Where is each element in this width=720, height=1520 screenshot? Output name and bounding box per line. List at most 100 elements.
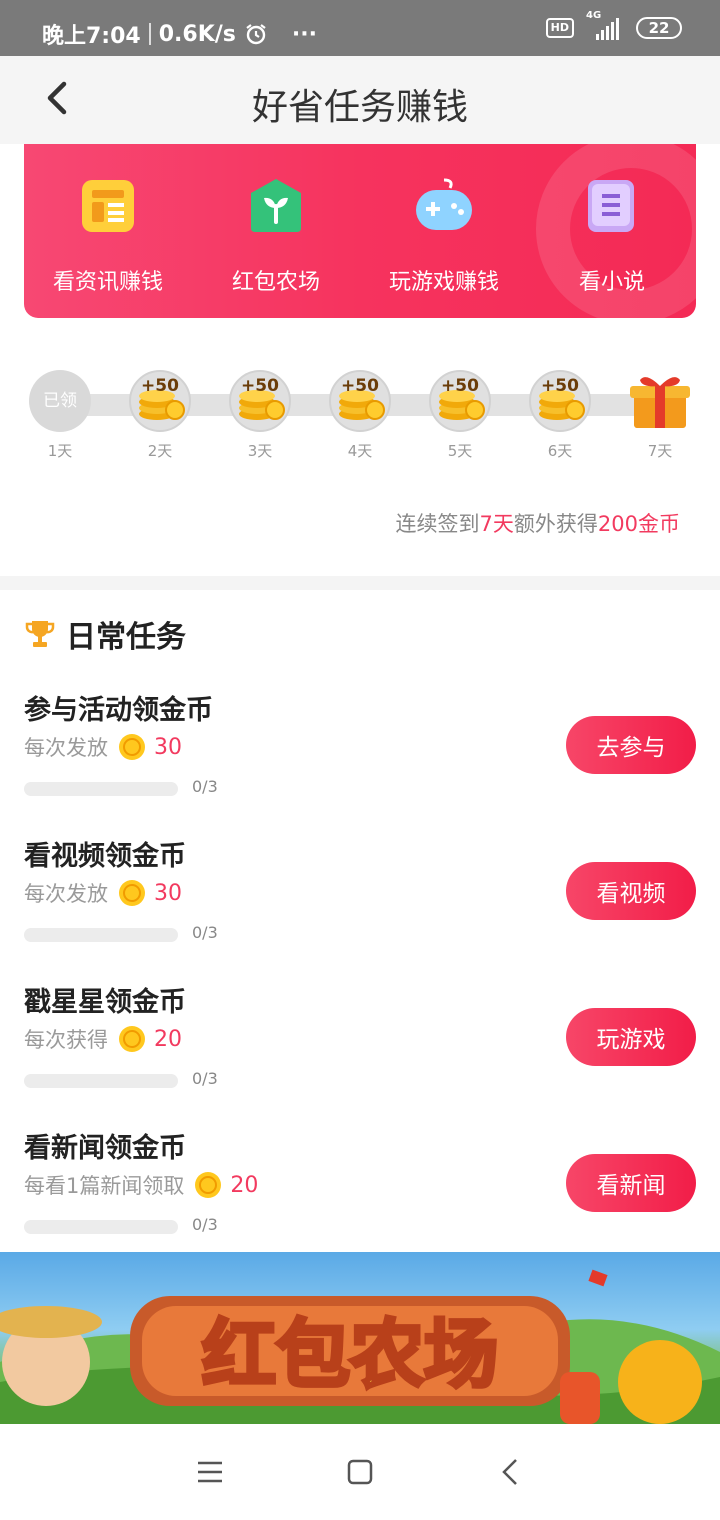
gamepad-icon	[416, 178, 472, 230]
checkin-day-6[interactable]: +50 6天	[528, 370, 592, 461]
checkin-day-3[interactable]: +50 3天	[228, 370, 292, 461]
back-icon[interactable]	[494, 1454, 530, 1490]
entry-label: 看小说	[578, 270, 645, 295]
farm-sprout-icon	[251, 179, 301, 232]
status-more-icon: ···	[291, 21, 317, 47]
note-text: 额外获得	[513, 512, 598, 536]
day-label: 1天	[47, 442, 73, 460]
entry-label: 玩游戏赚钱	[388, 270, 499, 295]
task-progress-bar	[24, 782, 178, 796]
note-text: 连续签到	[395, 512, 480, 536]
coin-stack-icon: +50	[429, 370, 491, 432]
promo-title: 红包农场	[202, 1312, 498, 1398]
day-bonus: +50	[141, 376, 179, 396]
menu-icon[interactable]	[192, 1454, 228, 1490]
alarm-clock-icon	[246, 24, 266, 45]
coin-stack-icon: +50	[229, 370, 291, 432]
gift-box-icon	[630, 377, 690, 428]
day-bonus: +50	[241, 376, 279, 396]
checkin-day-4[interactable]: +50 4天	[328, 370, 392, 461]
task-progress-bar	[24, 1220, 178, 1234]
status-net-speed: 0.6K/s	[158, 21, 236, 47]
task-item: 看视频领金币 每次发放 30 0/3 看视频	[24, 834, 696, 964]
coin-icon	[195, 1172, 222, 1198]
day-label: 6天	[547, 442, 573, 460]
hd-voice-badge: HD	[545, 18, 574, 38]
day-label: 3天	[247, 442, 273, 460]
entry-label: 看资讯赚钱	[52, 270, 163, 295]
task-progress-text: 0/3	[192, 1069, 218, 1088]
task-action-button[interactable]: 看视频	[566, 862, 696, 920]
checkin-day-5[interactable]: +50 5天	[428, 370, 492, 461]
task-action-button[interactable]: 看新闻	[566, 1154, 696, 1212]
book-icon	[588, 180, 634, 232]
task-name: 参与活动领金币	[24, 695, 213, 726]
task-reward: 每次发放 30	[24, 878, 182, 908]
checkin-reward-note: 连续签到7天额外获得200金币	[396, 508, 680, 538]
task-progress-text: 0/3	[192, 1215, 218, 1234]
task-reward: 每次获得 20	[24, 1024, 182, 1054]
task-reward: 每看1篇新闻领取 20	[24, 1170, 258, 1200]
status-time: 晚上7:04	[42, 24, 141, 49]
task-action-button[interactable]: 去参与	[566, 716, 696, 774]
section-divider	[0, 576, 720, 590]
daily-tasks-header: 日常任务	[24, 612, 192, 656]
task-name: 看新闻领金币	[24, 1133, 186, 1164]
task-item: 戳星星领金币 每次获得 20 0/3 玩游戏	[24, 980, 696, 1110]
coin-icon	[119, 734, 145, 760]
day-bonus: +50	[341, 376, 379, 396]
task-action-button[interactable]: 玩游戏	[566, 1008, 696, 1066]
task-name: 戳星星领金币	[24, 987, 186, 1018]
task-amount: 30	[154, 734, 182, 760]
checkin-day-1: 已领 1天	[28, 370, 92, 461]
entry-label: 红包农场	[231, 270, 320, 295]
coin-icon	[119, 1026, 145, 1052]
coin-stack-icon: +50	[129, 370, 191, 432]
note-reward: 200金币	[597, 512, 680, 536]
coin-stack-icon: +50	[329, 370, 391, 432]
task-item: 参与活动领金币 每次发放 30 0/3 去参与	[24, 688, 696, 818]
battery-icon: 22	[636, 17, 682, 39]
task-item: 看新闻领金币 每看1篇新闻领取 20 0/3 看新闻	[24, 1126, 696, 1256]
trophy-icon	[25, 621, 55, 647]
day-label: 4天	[347, 442, 373, 460]
day-label: 7天	[647, 442, 673, 460]
signal-icon: 4G	[586, 10, 624, 40]
entry-games[interactable]: 玩游戏赚钱	[364, 176, 524, 296]
task-progress-bar	[24, 1074, 178, 1088]
checkin-claimed: 已领	[29, 370, 91, 432]
note-days: 7天	[479, 512, 514, 536]
checkin-day-2[interactable]: +50 2天	[128, 370, 192, 461]
day-bonus: +50	[441, 376, 479, 396]
day-label: 2天	[147, 442, 173, 460]
task-reward: 每次发放 30	[24, 732, 182, 762]
app-header: 好省任务赚钱	[0, 56, 720, 144]
task-name: 看视频领金币	[24, 841, 186, 872]
day-bonus: +50	[541, 376, 579, 396]
status-separator	[148, 23, 151, 45]
farm-illustration: 红包农场	[0, 1269, 720, 1424]
status-bar: 晚上7:04 0.6K/s ··· HD 4G 22	[0, 0, 720, 56]
page-title: 好省任务赚钱	[251, 87, 468, 128]
entry-farm[interactable]: 红包农场	[196, 176, 356, 296]
system-nav-bar	[0, 1424, 720, 1520]
task-progress-bar	[24, 928, 178, 942]
coin-icon	[119, 880, 145, 906]
entry-novel[interactable]: 看小说	[532, 176, 692, 296]
task-desc: 每次发放	[24, 736, 108, 760]
daily-tasks-title: 日常任务	[60, 612, 192, 656]
checkin-day-7[interactable]: 7天	[628, 370, 692, 461]
farm-promo-banner[interactable]: 红包农场	[0, 1252, 720, 1424]
task-desc: 每次发放	[24, 882, 108, 906]
task-amount: 30	[154, 880, 182, 906]
day-label: 5天	[447, 442, 473, 460]
task-progress-text: 0/3	[192, 923, 218, 942]
home-icon[interactable]	[342, 1454, 378, 1490]
checkin-panel: 已领 1天 +50 2天 +50 3天 +50 4天 +50 5天 +50 6天…	[0, 318, 720, 576]
task-amount: 20	[230, 1172, 259, 1198]
task-desc: 每次获得	[24, 1028, 108, 1052]
entry-news[interactable]: 看资讯赚钱	[28, 176, 188, 296]
task-progress-text: 0/3	[192, 777, 218, 796]
task-desc: 每看1篇新闻领取	[24, 1174, 185, 1198]
news-icon	[82, 180, 134, 232]
